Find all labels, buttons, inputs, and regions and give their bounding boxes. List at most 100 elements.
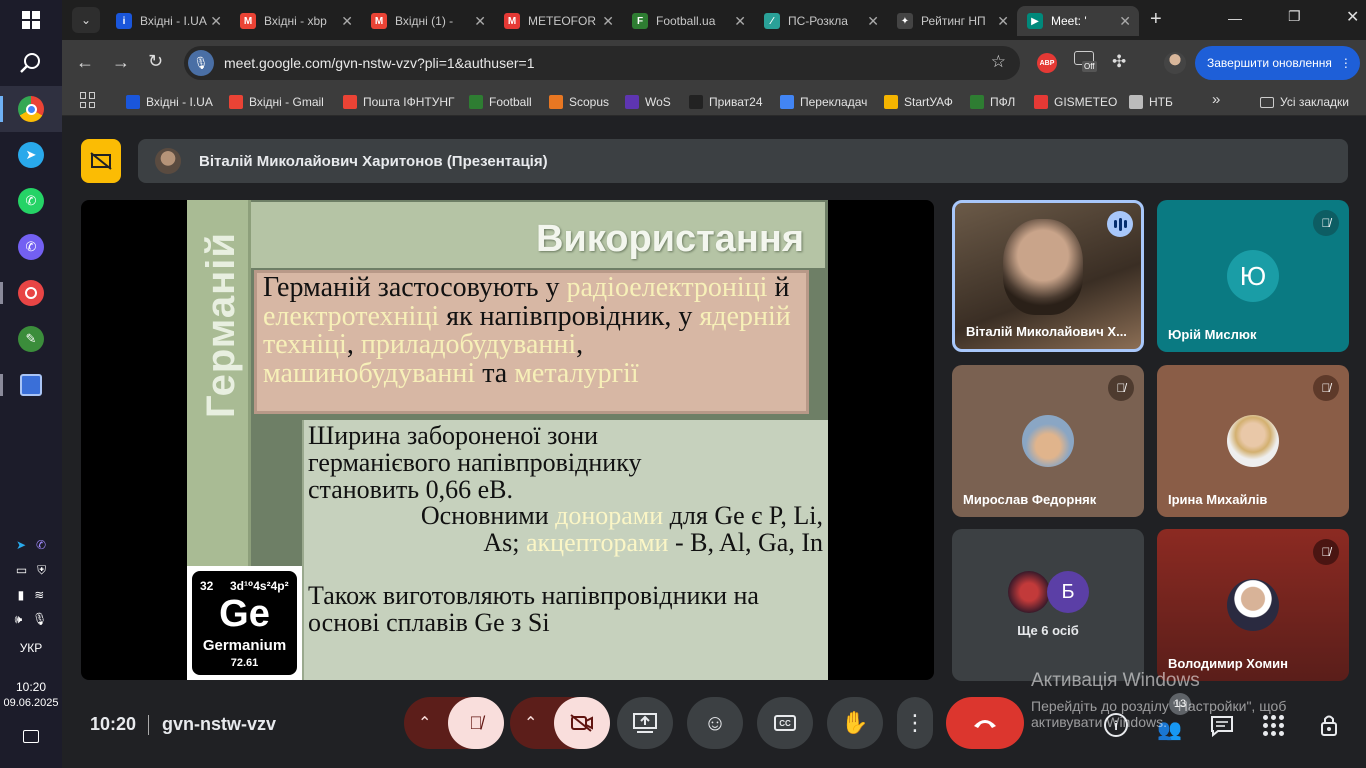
language-indicator[interactable]: УКР	[0, 641, 62, 655]
search-icon[interactable]	[0, 40, 62, 86]
tab-search-button[interactable]: ⌄	[72, 7, 100, 33]
microphone-tray-icon[interactable]: 🎙	[32, 612, 47, 627]
extensions-puzzle-icon[interactable]: ✣	[1112, 52, 1126, 72]
participant-tile-5[interactable]: 🎙̸ Володимир Хомин	[1157, 529, 1349, 681]
more-participants-tile[interactable]: Б Ще 6 осіб	[952, 529, 1144, 681]
minimize-button[interactable]: —	[1228, 10, 1242, 26]
captions-button[interactable]: CC	[757, 697, 813, 749]
wifi-icon[interactable]: ≋	[34, 588, 44, 602]
bookmarks-overflow-chevron[interactable]: »	[1212, 91, 1220, 108]
presentation-off-icon	[90, 152, 112, 170]
profile-avatar[interactable]	[1164, 52, 1186, 74]
tab-4[interactable]: F Football.ua ✕	[622, 6, 754, 36]
start-button[interactable]	[0, 0, 62, 40]
participant-tile-0[interactable]: Віталій Миколайович Х...	[952, 200, 1144, 352]
participant-tile-2[interactable]: 🎙̸ Мирослав Федорняк	[952, 365, 1144, 517]
participant-name: Віталій Миколайович Х...	[966, 324, 1127, 339]
microphone-off-button[interactable]: 🎙̸	[448, 697, 504, 749]
tab-1[interactable]: M Вхідні - xbp ✕	[230, 6, 361, 36]
bookmark-item[interactable]: Пошта ІФНТУНГ	[343, 92, 455, 112]
highlighted-term: металургії	[514, 357, 639, 389]
display-tray-icon[interactable]: ▭	[16, 563, 27, 578]
notifications-icon[interactable]	[0, 730, 62, 743]
bookmark-item[interactable]: НТБ	[1129, 92, 1173, 112]
volume-icon[interactable]: 🕪	[15, 612, 23, 627]
clock[interactable]: 10:20 09.06.2025	[0, 680, 62, 709]
participant-tile-1[interactable]: Ю 🎙̸ Юрій Мислюк	[1157, 200, 1349, 352]
tab-5[interactable]: ∕ ПС-Розкла ✕	[754, 6, 887, 36]
finish-update-label: Завершити оновлення	[1207, 56, 1332, 70]
present-screen-icon	[633, 713, 657, 733]
viber-icon[interactable]: ✆	[0, 224, 62, 270]
close-tab-icon[interactable]: ✕	[341, 13, 353, 30]
address-bar[interactable]: 🎙 meet.google.com/gvn-nstw-vzv?pli=1&aut…	[184, 46, 1020, 80]
presenter-name: Віталій Миколайович Харитонов (Презентац…	[199, 152, 548, 170]
pen-app-icon[interactable]: ✎	[0, 316, 62, 362]
bookmark-item[interactable]: Вхідні - Gmail	[229, 92, 324, 112]
site-info-icon[interactable]: 🎙	[188, 50, 214, 76]
apps-grid-icon[interactable]	[80, 92, 96, 108]
tab-7[interactable]: ▶ Meet: ' ✕	[1017, 6, 1139, 36]
adblock-extension-icon[interactable]: ABP	[1037, 53, 1057, 73]
telegram-tray-icon[interactable]: ➤	[16, 538, 26, 552]
camera-app-icon[interactable]	[0, 270, 62, 316]
all-bookmarks-button[interactable]: Усі закладки	[1260, 92, 1349, 112]
highlighted-term: електротехніці	[263, 300, 440, 332]
close-tab-icon[interactable]: ✕	[474, 13, 486, 30]
emoji-reactions-button[interactable]: ☺	[687, 697, 743, 749]
bookmark-item[interactable]: StartУАФ	[884, 92, 953, 112]
leave-call-button[interactable]	[946, 697, 1024, 749]
bookmark-item[interactable]: Вхідні - I.UA	[126, 92, 213, 112]
bookmark-item[interactable]: Football	[469, 92, 532, 112]
finish-update-button[interactable]: Завершити оновлення ⋮	[1195, 46, 1360, 80]
host-controls-button[interactable]	[1317, 713, 1341, 742]
whatsapp-icon[interactable]: ✆	[0, 178, 62, 224]
participant-tile-3[interactable]: 🎙̸ Ірина Михайлів	[1157, 365, 1349, 517]
bookmark-star-icon[interactable]: ☆	[991, 52, 1006, 72]
presentation-indicator-button[interactable]	[81, 139, 121, 183]
adblock-label: ABP	[1039, 59, 1055, 67]
bookmark-item[interactable]: WoS	[625, 92, 671, 112]
bookmark-item[interactable]: Перекладач	[780, 92, 867, 112]
bookmark-label: Приват24	[709, 95, 763, 109]
tab-3[interactable]: M METEOFOR ✕	[494, 6, 622, 36]
close-tab-icon[interactable]: ✕	[867, 13, 879, 30]
bookmark-favicon-icon	[1034, 95, 1048, 109]
close-window-button[interactable]: ✕	[1346, 7, 1359, 27]
raise-hand-button[interactable]: ✋	[827, 697, 883, 749]
tab-label: METEOFOR	[528, 14, 596, 28]
off-extension-icon[interactable]: Off	[1074, 51, 1100, 75]
tab-0[interactable]: i Вхідні - I.UA ✕	[106, 6, 230, 36]
viber-tray-icon[interactable]: ✆	[36, 538, 46, 552]
close-tab-icon[interactable]: ✕	[210, 13, 222, 30]
bookmark-item[interactable]: ПФЛ	[970, 92, 1015, 112]
back-button[interactable]: ←	[76, 52, 94, 73]
camera-off-button[interactable]	[554, 697, 610, 749]
close-tab-icon[interactable]: ✕	[602, 13, 614, 30]
forward-button[interactable]: →	[112, 52, 130, 73]
present-screen-button[interactable]	[617, 697, 673, 749]
reload-button[interactable]: ↻	[148, 51, 163, 72]
battery-icon[interactable]: ▮	[18, 588, 25, 602]
bookmark-item[interactable]: Scopus	[549, 92, 609, 112]
tab-6[interactable]: ✦ Рейтинг НП ✕	[887, 6, 1017, 36]
close-tab-icon[interactable]: ✕	[997, 13, 1009, 30]
bookmark-item[interactable]: Приват24	[689, 92, 763, 112]
participant-name: Юрій Мислюк	[1168, 327, 1257, 342]
security-tray-icon[interactable]: ⛨	[37, 563, 46, 578]
bookmark-item[interactable]: GISMETEO	[1034, 92, 1117, 112]
close-tab-icon[interactable]: ✕	[1119, 13, 1131, 30]
telegram-icon[interactable]: ➤	[0, 132, 62, 178]
bookmark-favicon-icon	[689, 95, 703, 109]
mic-options-chevron[interactable]: ⌃	[418, 713, 431, 733]
slide: Германій Використання Германій застосову…	[187, 200, 828, 680]
chrome-taskbar-icon[interactable]	[0, 86, 62, 132]
more-options-button[interactable]: ⋮	[897, 697, 933, 749]
camera-options-chevron[interactable]: ⌃	[524, 713, 537, 733]
maximize-button[interactable]: ❐	[1288, 8, 1301, 25]
close-tab-icon[interactable]: ✕	[734, 13, 746, 30]
new-tab-button[interactable]: +	[1150, 8, 1162, 31]
save-app-icon[interactable]	[0, 362, 62, 408]
bookmark-favicon-icon	[469, 95, 483, 109]
tab-2[interactable]: M Вхідні (1) - ✕	[361, 6, 494, 36]
